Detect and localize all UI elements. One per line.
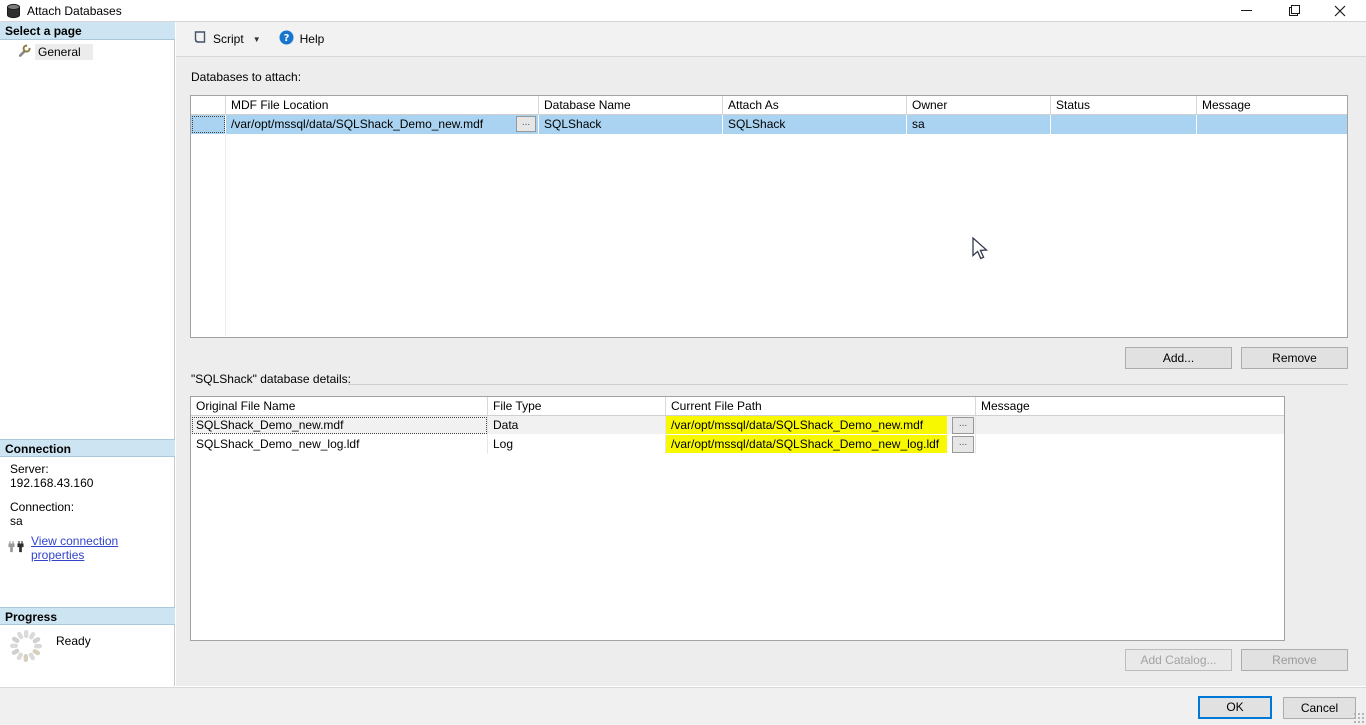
column-header-message: Message: [1197, 96, 1347, 114]
browse-path-button[interactable]: ...: [952, 436, 974, 453]
window-title: Attach Databases: [27, 4, 122, 18]
file-type-cell: Log: [488, 435, 666, 454]
maximize-restore-button[interactable]: [1276, 0, 1312, 21]
minimize-button[interactable]: [1228, 0, 1264, 21]
svg-text:?: ?: [283, 33, 289, 44]
current-file-path-cell[interactable]: /var/opt/mssql/data/SQLShack_Demo_new_lo…: [666, 435, 976, 454]
details-table: Original File Name File Type Current Fil…: [190, 396, 1285, 641]
database-name-cell[interactable]: SQLShack: [539, 115, 723, 134]
sidebar-item-label: General: [35, 44, 93, 60]
add-catalog-button[interactable]: Add Catalog...: [1125, 649, 1232, 671]
sidebar-item-general[interactable]: General: [0, 43, 175, 61]
database-icon: [6, 3, 21, 22]
server-label: Server:: [10, 462, 49, 476]
script-label: Script: [213, 32, 244, 46]
wrench-icon: [17, 44, 31, 61]
titlebar: Attach Databases: [0, 0, 1366, 22]
file-type-cell: Data: [488, 416, 666, 435]
progress-spinner-icon: [8, 628, 44, 667]
ok-button[interactable]: OK: [1198, 696, 1272, 719]
script-button[interactable]: Script ▼: [186, 26, 267, 52]
progress-section-header: Progress: [0, 607, 175, 625]
column-header-database-name: Database Name: [539, 96, 723, 114]
attach-as-cell[interactable]: SQLShack: [723, 115, 907, 134]
help-icon: ?: [279, 30, 294, 48]
column-header-file-type: File Type: [488, 397, 666, 415]
highlighted-path[interactable]: /var/opt/mssql/data/SQLShack_Demo_new_lo…: [666, 435, 947, 453]
browse-mdf-button[interactable]: ...: [516, 116, 536, 132]
table-row[interactable]: /var/opt/mssql/data/SQLShack_Demo_new.md…: [191, 115, 1347, 134]
table-row[interactable]: SQLShack_Demo_new.mdf Data /var/opt/mssq…: [191, 416, 1284, 435]
cancel-button[interactable]: Cancel: [1283, 697, 1356, 719]
details-table-header: Original File Name File Type Current Fil…: [191, 397, 1284, 416]
message-cell: [976, 435, 1284, 454]
chevron-down-icon: ▼: [253, 35, 261, 44]
column-header-current-file-path: Current File Path: [666, 397, 976, 415]
view-connection-properties-link[interactable]: View connection properties: [31, 534, 174, 562]
progress-status: Ready: [56, 634, 91, 648]
mdf-file-location-cell[interactable]: /var/opt/mssql/data/SQLShack_Demo_new.md…: [226, 115, 539, 134]
script-icon: [192, 30, 207, 48]
database-details-label: "SQLShack" database details:: [191, 372, 351, 386]
column-header-mdf-file-location: MDF File Location: [226, 96, 539, 114]
remove-button[interactable]: Remove: [1241, 347, 1348, 369]
status-cell[interactable]: [1051, 115, 1197, 134]
connection-section-header: Connection: [0, 439, 175, 457]
add-button[interactable]: Add...: [1125, 347, 1232, 369]
server-value: 192.168.43.160: [10, 476, 93, 490]
attach-table-header: MDF File Location Database Name Attach A…: [191, 96, 1347, 115]
help-label: Help: [300, 32, 325, 46]
minimize-icon: [1241, 10, 1252, 11]
column-header-row-selector: [191, 96, 226, 114]
browse-path-button[interactable]: ...: [952, 417, 974, 434]
plug-icon: [8, 540, 25, 557]
column-header-status: Status: [1051, 96, 1197, 114]
help-button[interactable]: ? Help: [273, 26, 331, 52]
footer-bar: [0, 687, 1366, 725]
sidebar: Select a page General Connection Server:…: [0, 22, 175, 686]
column-header-original-file-name: Original File Name: [191, 397, 488, 415]
message-cell[interactable]: [1197, 115, 1347, 134]
message-cell: [976, 416, 1284, 435]
column-header-owner: Owner: [907, 96, 1051, 114]
select-a-page-header: Select a page: [0, 22, 175, 40]
databases-to-attach-label: Databases to attach:: [191, 70, 301, 84]
column-header-message: Message: [976, 397, 1284, 415]
resize-grip[interactable]: [1354, 713, 1364, 723]
toolbar: Script ▼ ? Help: [176, 22, 1366, 57]
close-icon: [1334, 5, 1346, 17]
connection-label: Connection:: [10, 500, 74, 514]
highlighted-path[interactable]: /var/opt/mssql/data/SQLShack_Demo_new.md…: [666, 416, 947, 434]
attach-databases-dialog: Attach Databases Select a page General: [0, 0, 1366, 725]
attach-table: MDF File Location Database Name Attach A…: [190, 95, 1348, 338]
column-header-attach-as: Attach As: [723, 96, 907, 114]
group-divider: [348, 384, 1348, 385]
owner-cell[interactable]: sa: [907, 115, 1051, 134]
original-file-name-cell: SQLShack_Demo_new.mdf: [191, 416, 488, 435]
connection-value: sa: [10, 514, 23, 528]
close-button[interactable]: [1322, 0, 1358, 21]
original-file-name-cell: SQLShack_Demo_new_log.ldf: [191, 435, 488, 454]
remove-catalog-button[interactable]: Remove: [1241, 649, 1348, 671]
restore-icon: [1289, 5, 1300, 16]
row-selector-cell[interactable]: [191, 115, 226, 134]
table-row[interactable]: SQLShack_Demo_new_log.ldf Log /var/opt/m…: [191, 435, 1284, 454]
current-file-path-cell[interactable]: /var/opt/mssql/data/SQLShack_Demo_new.md…: [666, 416, 976, 435]
